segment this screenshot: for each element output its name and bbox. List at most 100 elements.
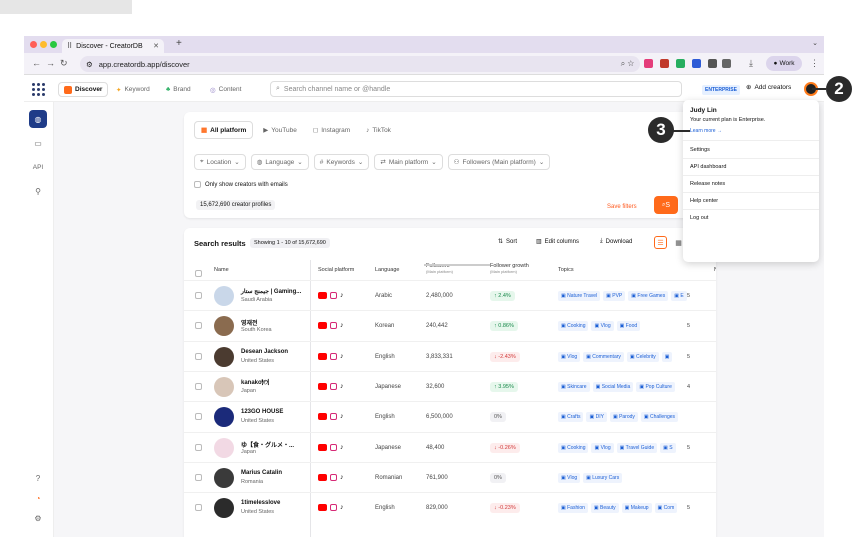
settings-icon[interactable]: ⚙	[32, 512, 44, 524]
table-row[interactable]: Desean Jackson United States ♪ English 3,833…	[184, 340, 716, 371]
tab-tiktok[interactable]: ♪ TikTok	[360, 121, 397, 139]
extension-icon[interactable]	[644, 59, 653, 68]
close-window-button[interactable]	[30, 41, 37, 48]
sidebar-item-api[interactable]: API	[29, 158, 47, 176]
topic-tag[interactable]: ▣ Parody	[609, 412, 638, 423]
youtube-icon[interactable]	[318, 504, 327, 512]
topic-tag[interactable]: ▣ Cooking	[558, 442, 589, 453]
puzzle-icon[interactable]	[722, 59, 731, 68]
tiktok-icon[interactable]: ♪	[340, 413, 346, 421]
tiktok-icon[interactable]: ♪	[340, 444, 346, 452]
topic-tag[interactable]: ▣ Skincare	[558, 381, 590, 392]
table-row[interactable]: ゆ【食・グルメ・... Japan ♪ Japanese 48,400 ↓ -0.26% ▣…	[184, 431, 716, 462]
instagram-icon[interactable]	[330, 473, 337, 481]
download-button[interactable]: ⤓ Download	[600, 238, 632, 245]
nav-brand[interactable]: ♣ Brand	[166, 82, 191, 97]
extension-icon[interactable]	[676, 59, 685, 68]
help-icon[interactable]: ?	[32, 472, 44, 484]
topic-tag[interactable]: ▣ DIY	[586, 412, 607, 423]
extension-icon[interactable]	[660, 59, 669, 68]
creator-name[interactable]: kanako🍽	[241, 379, 269, 386]
creator-name[interactable]: جيمنج ستار | Gaming...	[241, 288, 301, 295]
topic-tag[interactable]: ▣ Luxury Cars	[583, 472, 623, 483]
followers-filter[interactable]: ⚇ Followers (Main platform) ⌄	[447, 154, 551, 170]
topic-tag[interactable]: ▣	[661, 351, 673, 362]
avatar[interactable]	[214, 498, 234, 519]
extension-icon[interactable]	[708, 59, 717, 68]
col-social[interactable]: Social platform	[318, 267, 354, 273]
youtube-icon[interactable]	[318, 413, 327, 421]
instagram-icon[interactable]	[330, 322, 337, 330]
row-checkbox[interactable]	[195, 322, 202, 330]
table-row[interactable]: جيمنج ستار | Gaming... Saudi Arabia ♪ Arabi…	[184, 280, 716, 310]
app-logo-icon[interactable]	[32, 83, 45, 96]
col-growth[interactable]: Follower growth (Main platform)	[490, 263, 529, 274]
instagram-icon[interactable]	[330, 443, 337, 451]
row-checkbox[interactable]	[195, 504, 202, 512]
search-button[interactable]: ⌕ S	[654, 196, 678, 214]
row-checkbox[interactable]	[195, 352, 202, 360]
row-checkbox[interactable]	[195, 292, 202, 299]
topic-tag[interactable]: ▣ Com	[654, 503, 678, 514]
topic-tag[interactable]: ▣ Fashion	[558, 503, 588, 514]
browser-menu-icon[interactable]: ⋮	[810, 58, 819, 69]
sidebar-item-folders[interactable]: ▭	[29, 134, 47, 152]
topic-tag[interactable]: ▣ E	[671, 291, 687, 301]
menu-help-center[interactable]: Help center	[690, 198, 718, 204]
keywords-filter[interactable]: # Keywords ⌄	[313, 154, 370, 170]
nav-keyword[interactable]: ✦ Keyword	[116, 82, 150, 97]
creator-name[interactable]: ゆ【食・グルメ・...	[241, 440, 294, 449]
menu-settings[interactable]: Settings	[690, 147, 710, 153]
sidebar-item-discover[interactable]: ◍	[29, 110, 47, 128]
avatar[interactable]	[214, 316, 234, 337]
avatar[interactable]	[214, 346, 234, 367]
youtube-icon[interactable]	[318, 473, 327, 481]
tiktok-icon[interactable]: ♪	[340, 474, 346, 482]
creator-name[interactable]: 영재전	[241, 318, 258, 327]
avatar[interactable]	[214, 376, 234, 397]
topic-tag[interactable]: ▣ Nature Travel	[558, 291, 601, 301]
topic-tag[interactable]: ▣ Celebrity	[626, 351, 659, 362]
nav-discover[interactable]: Discover	[58, 82, 109, 97]
tab-all-platform[interactable]: ▦ All platform	[194, 121, 254, 139]
topic-tag[interactable]: ▣ Travel Guide	[616, 442, 658, 453]
topic-tag[interactable]: ▣ Vlog	[591, 321, 614, 332]
table-row[interactable]: 1timelesslove United States ♪ English 829,00…	[184, 492, 716, 522]
browser-tab[interactable]: ⠿ Discover - CreatorDB ✕	[62, 39, 164, 53]
location-filter[interactable]: ⌖ Location ⌄	[194, 154, 246, 170]
back-icon[interactable]: ←	[32, 58, 41, 68]
edit-columns-button[interactable]: ▥ Edit columns	[536, 238, 579, 246]
youtube-icon[interactable]	[318, 443, 327, 451]
url-field[interactable]: ⚙ app.creatordb.app/discover ⌕ ☆	[80, 56, 640, 72]
youtube-icon[interactable]	[318, 352, 327, 360]
avatar[interactable]	[214, 467, 234, 488]
tab-instagram[interactable]: ◻ Instagram	[307, 121, 356, 139]
learn-more-link[interactable]: Learn more →	[690, 128, 722, 134]
select-all-checkbox[interactable]	[195, 270, 202, 277]
instagram-icon[interactable]	[330, 352, 337, 360]
maximize-window-button[interactable]	[50, 41, 57, 48]
sort-button[interactable]: ⇅ Sort	[498, 238, 517, 246]
list-view-button[interactable]: ☰	[654, 236, 667, 249]
topic-tag[interactable]: ▣ Cooking	[558, 321, 589, 332]
menu-api-dashboard[interactable]: API dashboard	[690, 164, 726, 170]
instagram-icon[interactable]	[330, 504, 337, 512]
instagram-icon[interactable]	[330, 382, 337, 390]
tab-menu-icon[interactable]: ⌄	[812, 39, 818, 47]
topic-tag[interactable]: ▣ Crafts	[558, 412, 584, 423]
topic-tag[interactable]: ▣ Social Media	[592, 381, 634, 392]
close-tab-icon[interactable]: ✕	[153, 42, 159, 50]
menu-log-out[interactable]: Log out	[690, 215, 708, 221]
avatar[interactable]	[214, 286, 234, 306]
chat-icon[interactable]: ◔	[32, 492, 44, 504]
topic-tag[interactable]: ▣ Pop Culture	[636, 381, 675, 392]
instagram-icon[interactable]	[330, 413, 337, 421]
instagram-icon[interactable]	[330, 292, 337, 299]
tab-youtube[interactable]: ▶ YouTube	[257, 121, 303, 139]
save-filters-button[interactable]: Save filters	[607, 204, 637, 210]
creator-name[interactable]: 123GO HOUSE	[241, 409, 283, 415]
youtube-icon[interactable]	[318, 382, 327, 390]
topic-tag[interactable]: ▣ Challenges	[640, 412, 679, 423]
extension-icon[interactable]	[692, 59, 701, 68]
creator-name[interactable]: Marius Catalin	[241, 470, 282, 476]
